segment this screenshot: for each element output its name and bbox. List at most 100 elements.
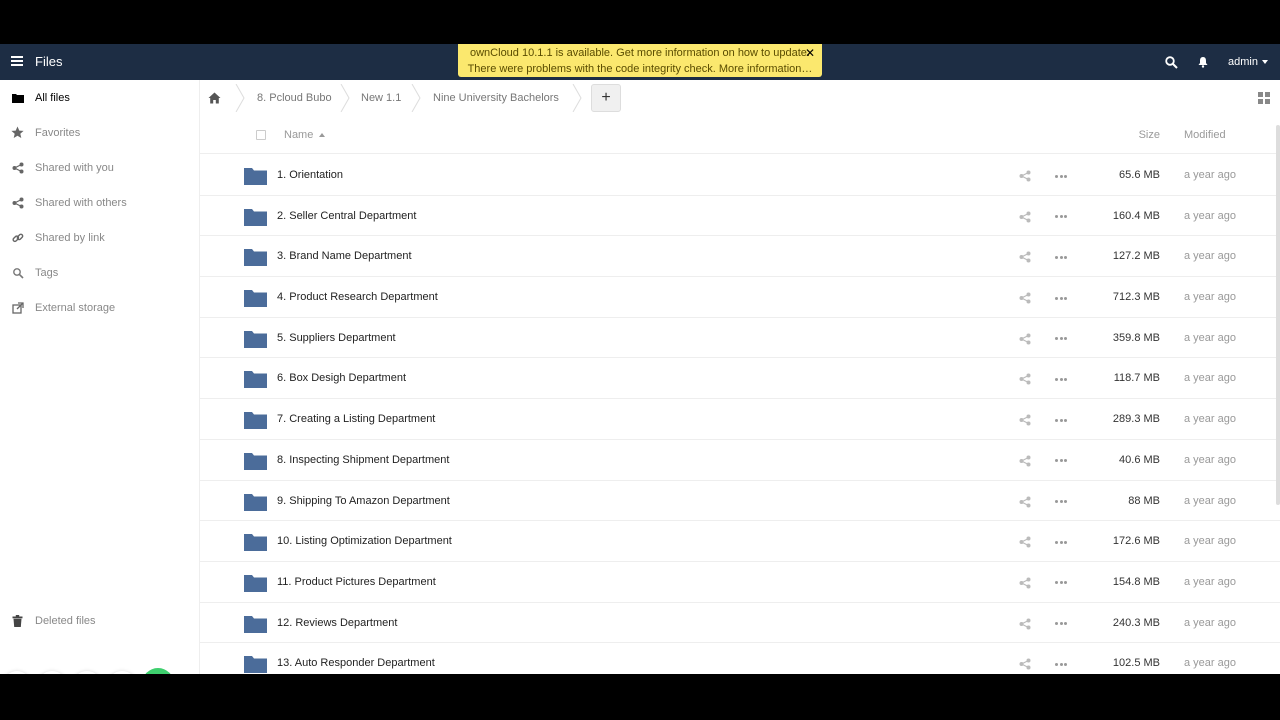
user-menu[interactable]: admin <box>1228 56 1268 68</box>
table-row[interactable]: 8. Inspecting Shipment Department 40.6 MB… <box>200 440 1280 481</box>
file-name[interactable]: 12. Reviews Department <box>277 617 397 629</box>
file-size: 154.8 MB <box>1112 575 1160 588</box>
home-icon <box>208 92 221 104</box>
sidebar-item-external-storage[interactable]: External storage <box>0 290 200 325</box>
sidebar-item-label: Shared by link <box>35 231 105 244</box>
more-actions-icon[interactable] <box>1055 577 1067 589</box>
sidebar-item-favorites[interactable]: Favorites <box>0 115 200 150</box>
scrollbar[interactable] <box>1276 125 1280 505</box>
header-right: admin <box>1164 44 1268 80</box>
file-name[interactable]: 9. Shipping To Amazon Department <box>277 495 450 507</box>
folder-icon <box>244 534 267 552</box>
breadcrumb-item[interactable]: New 1.1 <box>361 80 401 116</box>
table-row[interactable]: 11. Product Pictures Department 154.8 MB a… <box>200 562 1280 603</box>
sidebar-item-shared-with-you[interactable]: Shared with you <box>0 150 200 185</box>
file-size: 240.3 MB <box>1112 616 1160 629</box>
file-name[interactable]: 4. Product Research Department <box>277 291 438 303</box>
folder-icon <box>244 452 267 470</box>
sidebar-item-label: Deleted files <box>35 614 96 627</box>
table-row[interactable]: 2. Seller Central Department 160.4 MB a ye… <box>200 196 1280 237</box>
more-actions-icon[interactable] <box>1055 170 1067 182</box>
folder-icon <box>244 330 267 348</box>
share-icon[interactable] <box>1019 536 1031 548</box>
table-row[interactable]: 4. Product Research Department 712.3 MB a … <box>200 277 1280 318</box>
sidebar-item-shared-by-link[interactable]: Shared by link <box>0 220 200 255</box>
share-icon[interactable] <box>1019 373 1031 385</box>
table-row[interactable]: 1. Orientation 65.6 MB a year ago <box>200 155 1280 196</box>
table-row[interactable]: 12. Reviews Department 240.3 MB a year ago <box>200 603 1280 644</box>
select-all-checkbox[interactable] <box>256 130 266 140</box>
file-modified: a year ago <box>1184 575 1236 588</box>
share-icon[interactable] <box>1019 333 1031 345</box>
more-actions-icon[interactable] <box>1055 251 1067 263</box>
more-actions-icon[interactable] <box>1055 496 1067 508</box>
file-name[interactable]: 11. Product Pictures Department <box>277 576 436 588</box>
close-icon[interactable]: ✕ <box>805 45 815 61</box>
file-name[interactable]: 10. Listing Optimization Department <box>277 535 452 547</box>
sidebar-item-shared-with-others[interactable]: Shared with others <box>0 185 200 220</box>
table-row[interactable]: 9. Shipping To Amazon Department 88 MB a y… <box>200 481 1280 522</box>
more-actions-icon[interactable] <box>1055 536 1067 548</box>
table-header: Name Size Modified <box>200 116 1280 154</box>
sidebar-item-tags[interactable]: Tags <box>0 255 200 290</box>
more-actions-icon[interactable] <box>1055 618 1067 630</box>
breadcrumb-item[interactable]: Nine University Bachelors <box>433 80 559 116</box>
update-notification[interactable]: ownCloud 10.1.1 is available. Get more i… <box>458 44 822 77</box>
more-actions-icon[interactable] <box>1055 414 1067 426</box>
file-size: 160.4 MB <box>1112 209 1160 222</box>
share-icon[interactable] <box>1019 414 1031 426</box>
file-name[interactable]: 3. Brand Name Department <box>277 250 412 262</box>
chevron-down-icon <box>1262 60 1268 64</box>
table-row[interactable]: 7. Creating a Listing Department 289.3 MB… <box>200 399 1280 440</box>
file-size: 40.6 MB <box>1119 453 1160 466</box>
folder-icon <box>244 290 267 308</box>
share-icon[interactable] <box>1019 170 1031 182</box>
file-name[interactable]: 13. Auto Responder Department <box>277 657 435 669</box>
file-name[interactable]: 1. Orientation <box>277 169 343 181</box>
table-row[interactable]: 10. Listing Optimization Department 172.6… <box>200 521 1280 562</box>
file-name[interactable]: 5. Suppliers Department <box>277 332 396 344</box>
table-row[interactable]: 6. Box Desigh Department 118.7 MB a year a… <box>200 358 1280 400</box>
home-breadcrumb[interactable] <box>208 80 221 116</box>
sidebar-item-all-files[interactable]: All files <box>0 80 200 115</box>
search-icon[interactable] <box>1164 55 1178 69</box>
breadcrumb-item[interactable]: 8. Pcloud Bubo <box>257 80 332 116</box>
share-icon[interactable] <box>1019 658 1031 670</box>
table-row[interactable]: 13. Auto Responder Department 102.5 MB a y… <box>200 643 1280 674</box>
app-title[interactable]: Files <box>35 54 62 69</box>
more-actions-icon[interactable] <box>1055 292 1067 304</box>
share-icon[interactable] <box>1019 496 1031 508</box>
share-icon[interactable] <box>1019 455 1031 467</box>
file-modified: a year ago <box>1184 209 1236 222</box>
menu-icon[interactable] <box>11 56 23 66</box>
share-icon[interactable] <box>1019 251 1031 263</box>
share-icon[interactable] <box>1019 292 1031 304</box>
file-name[interactable]: 2. Seller Central Department <box>277 210 416 222</box>
modified-column-header[interactable]: Modified <box>1184 129 1226 141</box>
bell-icon[interactable] <box>1196 55 1210 69</box>
file-size: 102.5 MB <box>1112 657 1160 670</box>
table-row[interactable]: 5. Suppliers Department 359.8 MB a year ag… <box>200 318 1280 359</box>
file-name[interactable]: 6. Box Desigh Department <box>277 372 406 384</box>
update-message[interactable]: ownCloud 10.1.1 is available. Get more i… <box>458 45 822 61</box>
file-name[interactable]: 8. Inspecting Shipment Department <box>277 454 449 466</box>
file-name[interactable]: 7. Creating a Listing Department <box>277 413 435 425</box>
more-actions-icon[interactable] <box>1055 658 1067 670</box>
more-actions-icon[interactable] <box>1055 455 1067 467</box>
grid-view-icon[interactable] <box>1258 92 1270 104</box>
size-column-header[interactable]: Size <box>1139 129 1160 141</box>
share-icon[interactable] <box>1019 577 1031 589</box>
table-row[interactable]: 3. Brand Name Department 127.2 MB a year a… <box>200 236 1280 278</box>
name-column-header[interactable]: Name <box>284 129 326 141</box>
more-actions-icon[interactable] <box>1055 333 1067 345</box>
more-actions-icon[interactable] <box>1055 373 1067 385</box>
integrity-message[interactable]: There were problems with the code integr… <box>458 61 822 77</box>
sidebar-item-deleted-files[interactable]: Deleted files <box>0 603 200 638</box>
more-actions-icon[interactable] <box>1055 211 1067 223</box>
share-icon[interactable] <box>1019 211 1031 223</box>
new-file-button[interactable]: + <box>591 84 621 112</box>
share-icon <box>11 196 24 209</box>
sidebar-item-label: Shared with others <box>35 196 127 209</box>
file-size: 712.3 MB <box>1112 291 1160 304</box>
share-icon[interactable] <box>1019 618 1031 630</box>
